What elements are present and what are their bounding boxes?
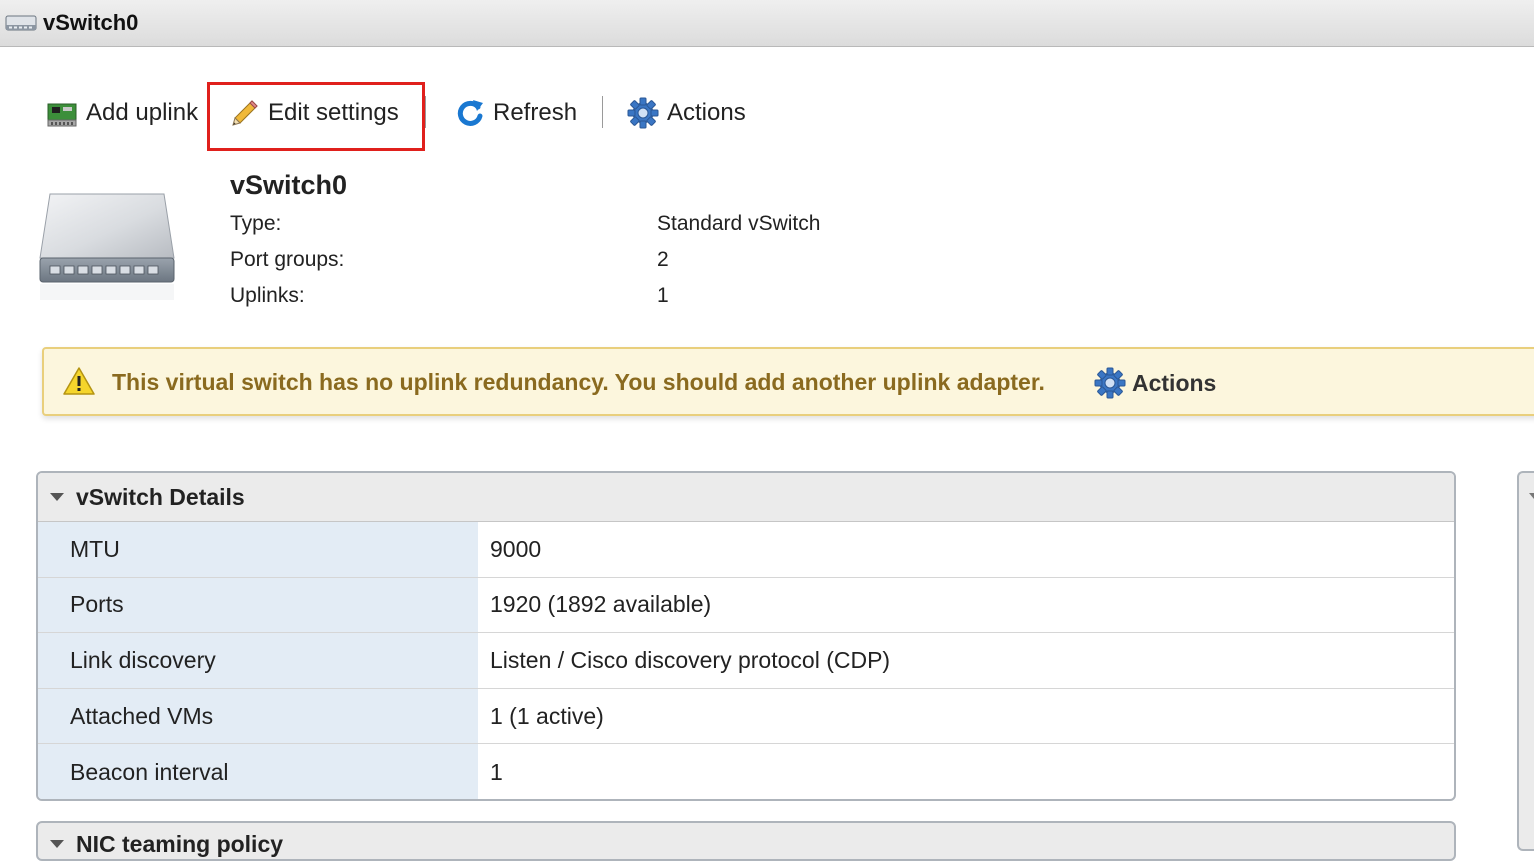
actions-label: Actions xyxy=(667,99,746,126)
port-groups-label: Port groups: xyxy=(230,248,345,271)
link-discovery-value: Listen / Cisco discovery protocol (CDP) xyxy=(490,646,891,673)
type-label: Type: xyxy=(230,212,282,235)
table-row: Ports 1920 (1892 available) xyxy=(38,577,1454,634)
vswitch-name: vSwitch0 xyxy=(230,170,348,200)
collapse-caret-icon xyxy=(50,840,64,848)
mtu-label: MTU xyxy=(38,522,478,577)
window-title: vSwitch0 xyxy=(43,10,139,35)
vswitch-details-title: vSwitch Details xyxy=(76,483,245,510)
nic-teaming-panel-header[interactable]: NIC teaming policy xyxy=(36,821,1456,861)
warning-triangle-icon xyxy=(63,367,95,395)
network-switch-icon xyxy=(5,15,37,31)
uplink-redundancy-warning: This virtual switch has no uplink redund… xyxy=(42,347,1534,416)
warning-actions-button[interactable]: Actions xyxy=(1094,367,1216,399)
actions-button[interactable]: Actions xyxy=(627,88,746,138)
refresh-icon xyxy=(457,100,483,126)
vswitch-details-panel: vSwitch Details MTU 9000 Ports 1920 (189… xyxy=(36,471,1456,801)
ports-value: 1920 (1892 available) xyxy=(490,591,712,618)
toolbar-divider xyxy=(602,96,603,128)
port-groups-value: 2 xyxy=(657,248,669,271)
attached-vms-value: 1 (1 active) xyxy=(490,702,604,729)
warning-actions-label: Actions xyxy=(1132,369,1217,396)
toolbar-divider xyxy=(425,96,426,128)
table-row: MTU 9000 xyxy=(38,522,1454,578)
vswitch-details-header[interactable]: vSwitch Details xyxy=(38,473,1454,522)
uplinks-value: 1 xyxy=(657,284,669,307)
collapse-caret-icon xyxy=(1529,493,1534,499)
vswitch-image-icon xyxy=(39,193,175,300)
warning-message: This virtual switch has no uplink redund… xyxy=(112,369,1045,395)
table-row: Beacon interval 1 xyxy=(38,744,1454,799)
table-row: Link discovery Listen / Cisco discovery … xyxy=(38,633,1454,689)
nic-card-icon xyxy=(47,103,77,127)
window-titlebar: vSwitch0 xyxy=(0,0,1534,47)
uplinks-label: Uplinks: xyxy=(230,284,305,307)
refresh-button[interactable]: Refresh xyxy=(455,88,577,138)
edit-settings-highlight xyxy=(207,82,425,151)
attached-vms-label: Attached VMs xyxy=(38,688,478,744)
add-uplink-button[interactable]: Add uplink xyxy=(46,88,198,138)
type-value: Standard vSwitch xyxy=(657,212,821,235)
add-uplink-label: Add uplink xyxy=(86,99,199,126)
nic-teaming-title: NIC teaming policy xyxy=(76,831,284,857)
side-panel-edge[interactable] xyxy=(1517,471,1534,851)
mtu-value: 9000 xyxy=(490,535,542,562)
beacon-interval-label: Beacon interval xyxy=(38,744,478,799)
ports-label: Ports xyxy=(38,577,478,633)
beacon-interval-value: 1 xyxy=(490,758,503,785)
gear-icon xyxy=(1094,367,1126,399)
refresh-label: Refresh xyxy=(493,99,578,126)
link-discovery-label: Link discovery xyxy=(38,633,478,688)
gear-icon xyxy=(627,97,659,129)
table-row: Attached VMs 1 (1 active) xyxy=(38,688,1454,745)
collapse-caret-icon xyxy=(50,493,64,501)
